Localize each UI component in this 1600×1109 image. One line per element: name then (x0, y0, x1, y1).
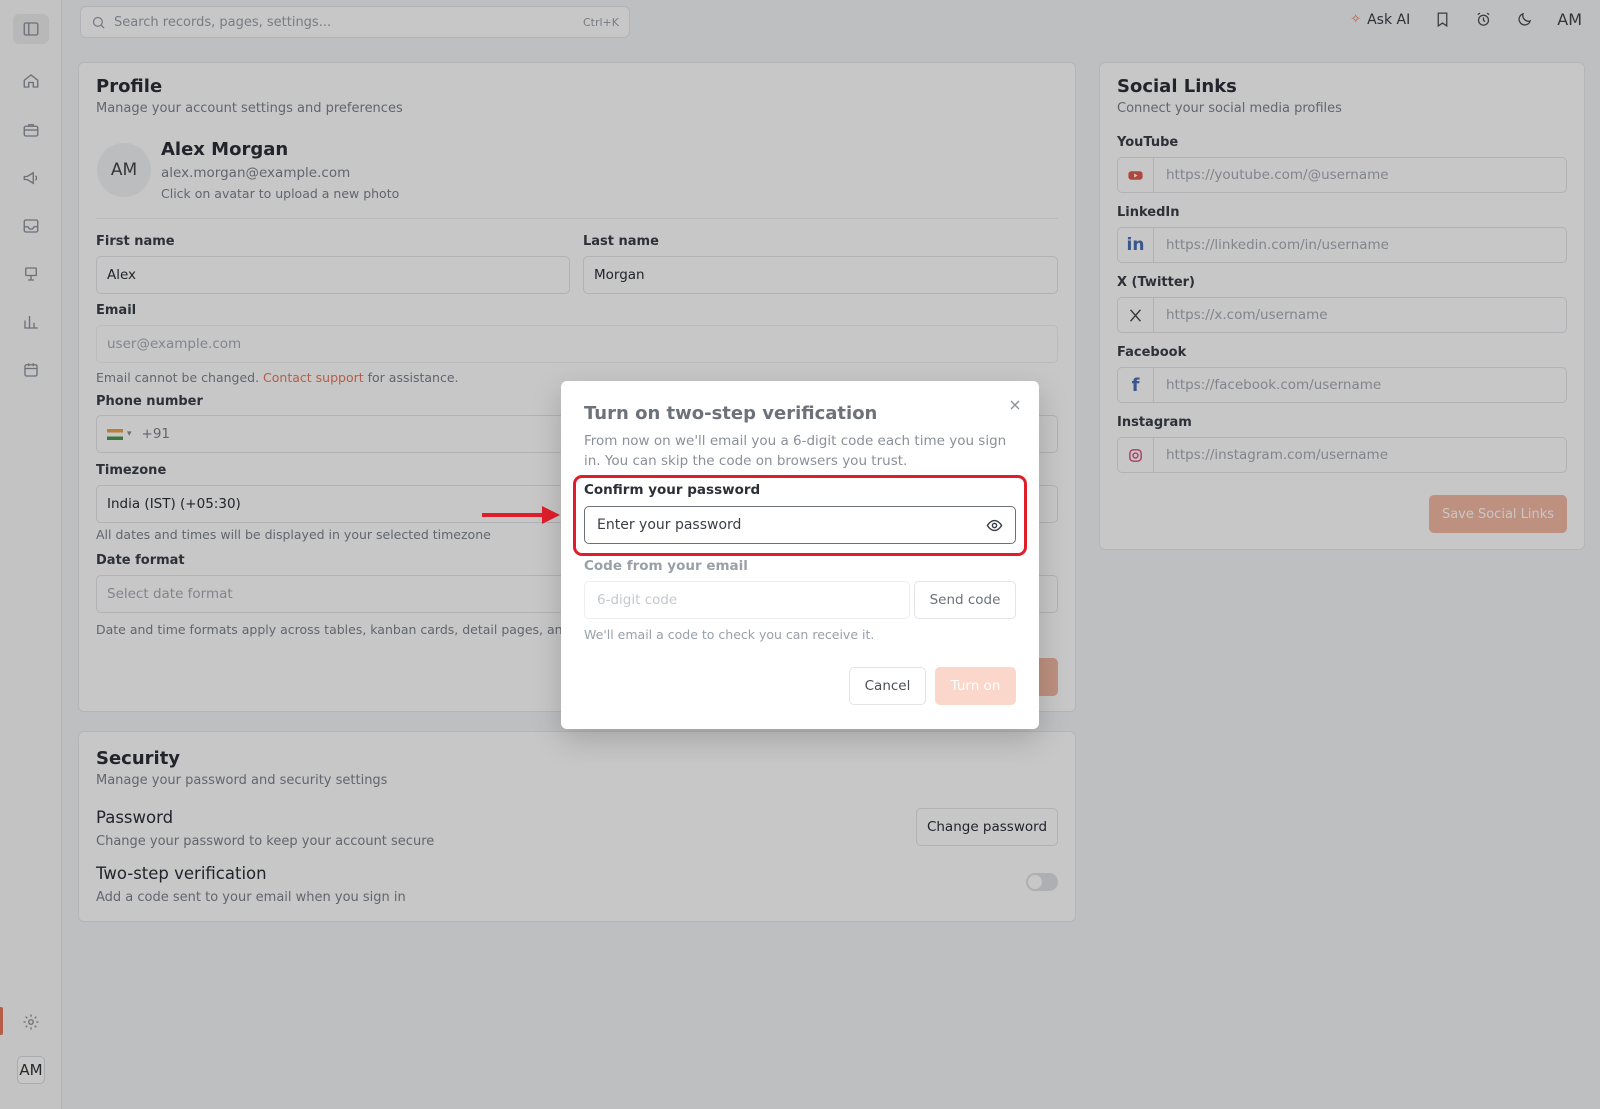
email-code-input[interactable]: 6-digit code (584, 581, 910, 619)
send-code-button[interactable]: Send code (914, 581, 1016, 619)
dialog-description: From now on we'll email you a 6-digit co… (584, 433, 1007, 469)
close-icon[interactable] (1007, 397, 1023, 413)
two-step-verification-dialog: Turn on two-step verification From now o… (561, 381, 1039, 729)
dialog-title: Turn on two-step verification (584, 403, 878, 424)
turn-on-button[interactable]: Turn on (935, 667, 1016, 705)
annotation-arrow-icon (482, 506, 560, 524)
code-hint: We'll email a code to check you can rece… (584, 627, 875, 642)
password-placeholder: Enter your password (597, 517, 742, 533)
confirm-password-label: Confirm your password (584, 482, 761, 498)
eye-icon[interactable] (986, 517, 1003, 534)
cancel-button[interactable]: Cancel (849, 667, 926, 705)
email-code-label: Code from your email (584, 558, 748, 574)
confirm-password-input[interactable]: Enter your password (584, 506, 1016, 544)
